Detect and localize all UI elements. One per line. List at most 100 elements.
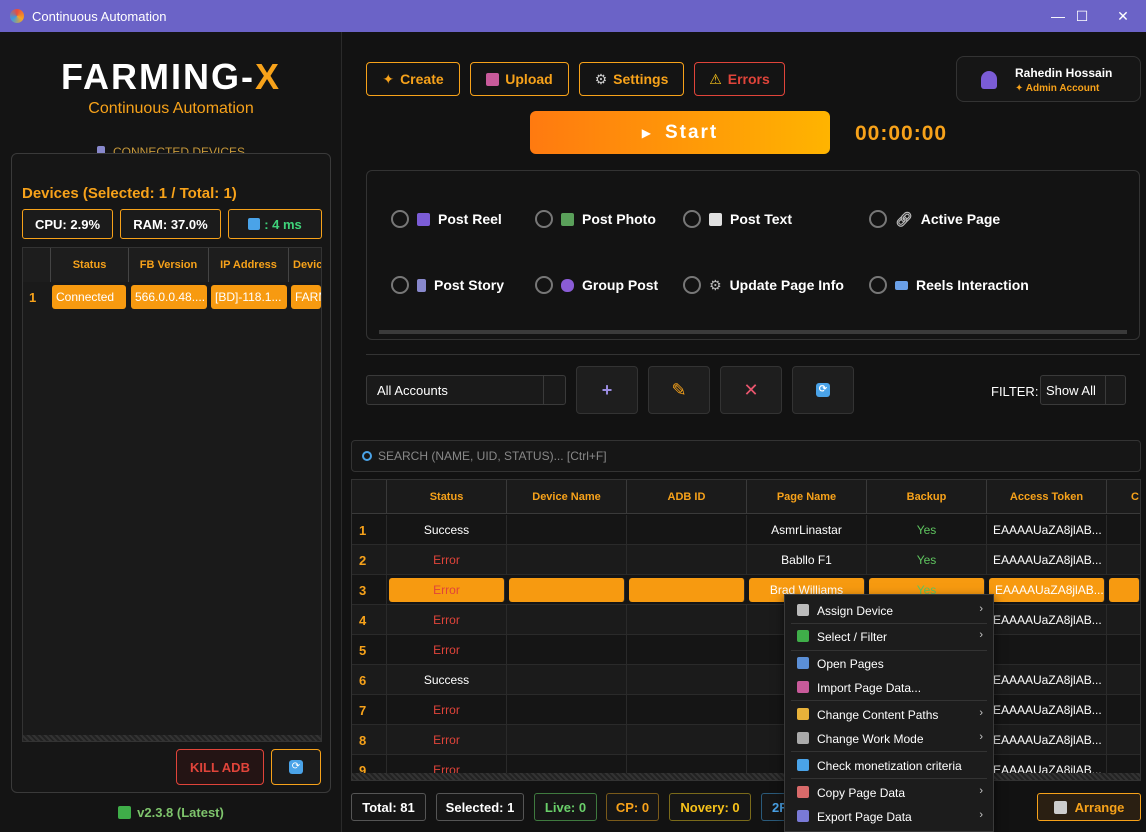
option-update-page-info[interactable]: ⚙ Update Page Info (683, 276, 844, 294)
context-menu-item[interactable]: Change Work Mode › (785, 727, 993, 751)
option-active-page[interactable]: 🔗︎ Active Page (869, 210, 1000, 228)
accounts-dropdown-value: All Accounts (377, 382, 448, 398)
access-token-cell: EAAAAUaZA8jlAB... (987, 665, 1107, 695)
table-row[interactable]: 1 Success AsmrLinastar Yes EAAAAUaZA8jlAB... (352, 515, 1140, 545)
option-reels-interaction[interactable]: Reels Interaction (869, 276, 1029, 294)
radio-button[interactable] (869, 210, 887, 228)
arrange-button[interactable]: Arrange (1037, 793, 1141, 821)
chevron-right-icon: › (979, 707, 983, 719)
table-row[interactable]: 3 Error Brad Williams Yes EAAAAUaZA8jlAB... (352, 575, 1140, 605)
user-card[interactable]: Rahedin Hossain ✦ Admin Account (956, 56, 1141, 102)
live-count: Live: 0 (534, 793, 597, 821)
table-header-status[interactable]: Status (387, 480, 507, 514)
context-menu-label: Export Page Data (817, 810, 912, 824)
table-header-backup[interactable]: Backup (867, 480, 987, 514)
context-menu-item[interactable]: Open Pages (785, 652, 993, 676)
close-button[interactable]: ✕ (1100, 0, 1146, 32)
devices-header-status[interactable]: Status (51, 248, 129, 282)
search-input[interactable]: SEARCH (NAME, UID, STATUS)... [Ctrl+F] (351, 440, 1141, 472)
edit-button[interactable]: ✎ (648, 366, 710, 414)
warning-icon: ⚠ (709, 70, 722, 87)
refresh-button[interactable]: ⟳ (792, 366, 854, 414)
app-icon (10, 9, 24, 23)
tools-icon (797, 732, 809, 744)
window-title: Continuous Automation (32, 8, 167, 24)
settings-button[interactable]: ⚙ Settings (579, 62, 684, 96)
table-header-access-token[interactable]: Access Token (987, 480, 1107, 514)
create-label: Create (400, 71, 444, 87)
option-post-story[interactable]: Post Story (391, 276, 504, 294)
chevron-down-icon (543, 376, 565, 404)
refresh-icon: ⟳ (816, 383, 830, 397)
arrange-label: Arrange (1074, 799, 1125, 815)
option-post-text[interactable]: Post Text (683, 210, 792, 228)
radio-button[interactable] (535, 276, 553, 294)
option-post-reel[interactable]: Post Reel (391, 210, 502, 228)
start-button[interactable]: ▶ Start (530, 111, 830, 154)
maximize-button[interactable]: ☐ (1059, 0, 1105, 32)
kill-adb-button[interactable]: KILL ADB (176, 749, 264, 785)
device-name-cell (507, 695, 627, 725)
devices-header-ip[interactable]: IP Address (209, 248, 289, 282)
radio-button[interactable] (683, 210, 701, 228)
context-menu-item[interactable]: Select / Filter › (785, 625, 993, 649)
menu-divider (791, 623, 987, 624)
extra-cell (1107, 515, 1140, 545)
filter-dropdown[interactable]: Show All (1040, 375, 1126, 405)
option-label: Active Page (920, 211, 1001, 227)
status-cell: Error (387, 545, 507, 575)
pages-table: Status Device Name ADB ID Page Name Back… (351, 479, 1141, 781)
device-name-cell (507, 725, 627, 755)
accounts-dropdown[interactable]: All Accounts (366, 375, 566, 405)
table-scrollbar[interactable] (352, 773, 1140, 780)
ram-stat: RAM: 37.0% (120, 209, 221, 239)
context-menu-item[interactable]: Export Page Data › (785, 805, 993, 829)
option-group-post[interactable]: Group Post (535, 276, 658, 294)
create-button[interactable]: ✦ Create (366, 62, 460, 96)
radio-button[interactable] (391, 276, 409, 294)
devices-panel: Devices (Selected: 1 / Total: 1) CPU: 2.… (11, 153, 331, 793)
devices-refresh-button[interactable]: ⟳ (271, 749, 321, 785)
context-menu-item[interactable]: Copy Page Data › (785, 781, 993, 805)
table-row[interactable]: 7ErrorDIYEAAAAUaZA8jlAB... (352, 695, 1140, 725)
context-menu-item[interactable]: Change Content Paths › (785, 703, 993, 727)
add-button[interactable]: + (576, 366, 638, 414)
option-post-photo[interactable]: Post Photo (535, 210, 656, 228)
devices-header-device[interactable]: Devic (289, 248, 321, 282)
radio-button[interactable] (535, 210, 553, 228)
devices-header-fb-version[interactable]: FB Version (129, 248, 209, 282)
context-menu-item[interactable]: Check monetization criteria (785, 754, 993, 778)
table-header-more[interactable]: C (1107, 480, 1140, 514)
device-fb-version: 566.0.0.48.... (131, 285, 207, 309)
page-name-cell: Babllo F1 (747, 545, 867, 575)
link-icon (797, 604, 809, 616)
table-header-device-name[interactable]: Device Name (507, 480, 627, 514)
search-icon (797, 759, 809, 771)
options-scrollbar[interactable] (379, 330, 1127, 334)
table-row[interactable]: 8ErrorEchoEAAAAUaZA8jlAB... (352, 725, 1140, 755)
table-row[interactable]: 4ErrorBEAAAAUaZA8jlAB... (352, 605, 1140, 635)
adb-id-cell (627, 605, 747, 635)
photo-icon (561, 212, 574, 226)
table-header-page-name[interactable]: Page Name (747, 480, 867, 514)
table-row[interactable]: 2 Error Babllo F1 Yes EAAAAUaZA8jlAB... (352, 545, 1140, 575)
devices-table: Status FB Version IP Address Devic 1 Con… (22, 247, 322, 742)
devices-scrollbar[interactable] (23, 735, 321, 741)
context-menu-label: Import Page Data... (817, 681, 922, 695)
table-row[interactable]: 6SuccessDaEAAAAUaZA8jlAB... (352, 665, 1140, 695)
radio-button[interactable] (391, 210, 409, 228)
table-header-adb-id[interactable]: ADB ID (627, 480, 747, 514)
context-menu-item[interactable]: Import Page Data... (785, 676, 993, 700)
delete-button[interactable]: ✕ (720, 366, 782, 414)
user-role-text: Admin Account (1025, 83, 1100, 94)
table-row[interactable]: 5ErrorC (352, 635, 1140, 665)
adb-id-cell (627, 665, 747, 695)
errors-button[interactable]: ⚠ Errors (694, 62, 785, 96)
radio-button[interactable] (683, 276, 701, 294)
upload-button[interactable]: Upload (470, 62, 569, 96)
avatar (981, 71, 997, 89)
context-menu-item[interactable]: Assign Device › (785, 599, 993, 623)
access-token-cell (987, 635, 1107, 665)
extra-cell (1107, 605, 1140, 635)
radio-button[interactable] (869, 276, 887, 294)
